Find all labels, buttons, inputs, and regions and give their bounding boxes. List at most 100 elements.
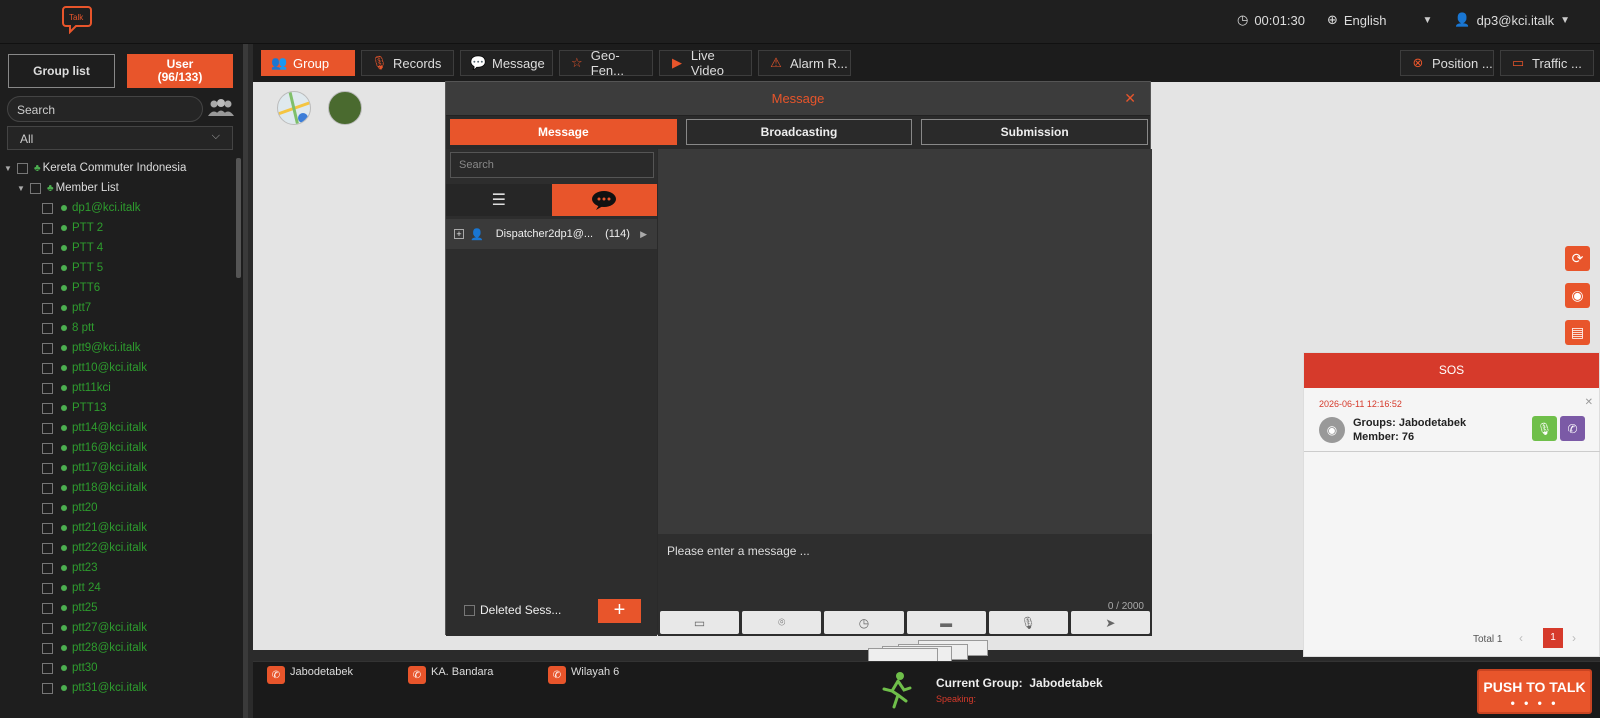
tree-member-row[interactable]: ptt16@kci.italk [0,438,240,458]
checkbox[interactable] [42,382,53,394]
tree-member-row[interactable]: ptt23 [0,558,240,578]
checkbox[interactable] [30,182,41,194]
map-layer-satellite-icon[interactable] [328,91,362,125]
tree-member-row[interactable]: ptt17@kci.italk [0,458,240,478]
deleted-sessions-toggle[interactable]: Deleted Sess... [464,603,561,617]
language-selector[interactable]: ⊕ English ▼ [1327,12,1432,28]
quick-group-1[interactable]: ✆ Jabodetabek [267,666,353,684]
checkbox[interactable] [42,682,53,694]
session-list-item[interactable]: + 👤 Dispatcher2dp1@... (114) ▶ [446,219,657,249]
send-location-button[interactable]: ⌾ [742,611,822,634]
user-tab[interactable]: User (96/133) [127,54,233,88]
checkbox[interactable] [42,422,53,434]
nav-alarm[interactable]: ⚠ Alarm R... [758,50,851,76]
close-icon[interactable]: ✕ [1585,397,1593,408]
tree-member-row[interactable]: ptt14@kci.italk [0,418,240,438]
close-icon[interactable]: ✕ [1124,90,1136,107]
tree-member-row[interactable]: PTT6 [0,278,240,298]
checkbox[interactable] [42,542,53,554]
sos-call-button[interactable]: ✆ [1560,416,1585,441]
tree-member-row[interactable]: ptt30 [0,658,240,678]
session-search-input[interactable]: Search [450,152,654,178]
eye-icon[interactable]: ◉ [1319,417,1345,443]
push-to-talk-button[interactable]: PUSH TO TALK • • • • [1477,669,1592,714]
checkbox[interactable] [42,622,53,634]
checkbox[interactable] [42,222,53,234]
send-image-button[interactable]: ▭ [660,611,740,634]
tree-member-row[interactable]: ptt18@kci.italk [0,478,240,498]
tree-member-row[interactable]: PTT 5 [0,258,240,278]
group-users-icon[interactable] [207,98,235,118]
nav-position[interactable]: ⊗ Position ... [1400,50,1494,76]
tree-member-row[interactable]: ptt11kci [0,378,240,398]
send-file-button[interactable]: ▬ [906,611,986,634]
send-button[interactable]: ➤ [1070,611,1151,634]
map-marker-label-stack[interactable] [868,640,1024,664]
checkbox[interactable] [42,202,53,214]
checkbox[interactable] [42,362,53,374]
page-number-button[interactable]: 1 [1543,628,1563,648]
message-input[interactable]: Please enter a message ... 0 / 2000 [658,534,1152,616]
quick-group-2[interactable]: ✆ KA. Bandara [408,666,493,684]
tree-member-row[interactable]: ptt 24 [0,578,240,598]
tree-org-row[interactable]: ▼ ♣ Kereta Commuter Indonesia [0,158,240,178]
checkbox[interactable] [464,604,475,616]
checkbox[interactable] [42,582,53,594]
map-layer-road-icon[interactable] [277,91,311,125]
tab-submission[interactable]: Submission [921,119,1149,145]
tree-member-row[interactable]: ptt7 [0,298,240,318]
tree-member-row[interactable]: ptt21@kci.italk [0,518,240,538]
checkbox[interactable] [42,342,53,354]
checkbox[interactable] [42,322,53,334]
group-list-tab[interactable]: Group list [8,54,115,88]
checkbox[interactable] [17,162,28,174]
tree-member-row[interactable]: ptt9@kci.italk [0,338,240,358]
member-search-input[interactable]: Search [7,96,203,122]
nav-live-video[interactable]: ▶ Live Video [659,48,752,78]
tab-broadcasting[interactable]: Broadcasting [685,119,913,145]
history-button[interactable]: ◷ [824,611,904,634]
list-view-button[interactable]: ☰ [446,184,552,216]
tree-member-row[interactable]: dp1@kci.italk [0,198,240,218]
checkbox[interactable] [42,302,53,314]
checkbox[interactable] [42,502,53,514]
checkbox[interactable] [42,462,53,474]
user-menu[interactable]: 👤 dp3@kci.italk ▼ [1454,12,1570,28]
quick-group-3[interactable]: ✆ Wilayah 6 [548,666,619,684]
nav-geofence[interactable]: ☆ Geo-Fen... [559,48,653,78]
nav-records[interactable]: 🎙 Records [361,50,454,76]
tree-member-row[interactable]: PTT 4 [0,238,240,258]
tree-member-row[interactable]: ptt27@kci.italk [0,618,240,638]
add-session-button[interactable]: + [598,599,641,623]
eye-icon[interactable]: ◉ [1565,283,1590,308]
chevron-right-icon[interactable]: › [1572,631,1576,645]
tree-member-row[interactable]: PTT13 [0,398,240,418]
checkbox[interactable] [42,482,53,494]
expand-icon[interactable]: ▼ [4,164,14,173]
checkbox[interactable] [42,242,53,254]
expand-plus-icon[interactable]: + [454,229,464,239]
checkbox[interactable] [42,522,53,534]
tree-member-row[interactable]: ptt28@kci.italk [0,638,240,658]
tree-member-row[interactable]: ptt31@kci.italk [0,678,240,698]
tree-member-row[interactable]: PTT 2 [0,218,240,238]
checkbox[interactable] [42,662,53,674]
checkbox[interactable] [42,442,53,454]
tree-member-row[interactable]: ptt20 [0,498,240,518]
nav-group[interactable]: 👥 Group [261,50,355,76]
sos-talk-button[interactable]: 🎙 [1532,416,1557,441]
checkbox[interactable] [42,642,53,654]
tree-scrollbar[interactable] [236,158,241,278]
card-icon[interactable]: ▤ [1565,320,1590,345]
checkbox[interactable] [42,262,53,274]
tab-message[interactable]: Message [450,119,677,145]
tree-member-row[interactable]: ptt10@kci.italk [0,358,240,378]
expand-icon[interactable]: ▼ [17,184,27,193]
nav-message[interactable]: 💬 Message [460,50,553,76]
tree-member-list-row[interactable]: ▼ ♣ Member List [0,178,240,198]
voice-message-button[interactable]: 🎙 [988,611,1068,634]
nav-traffic[interactable]: ▭ Traffic ... [1500,50,1594,76]
checkbox[interactable] [42,562,53,574]
checkbox[interactable] [42,402,53,414]
tree-member-row[interactable]: ptt22@kci.italk [0,538,240,558]
